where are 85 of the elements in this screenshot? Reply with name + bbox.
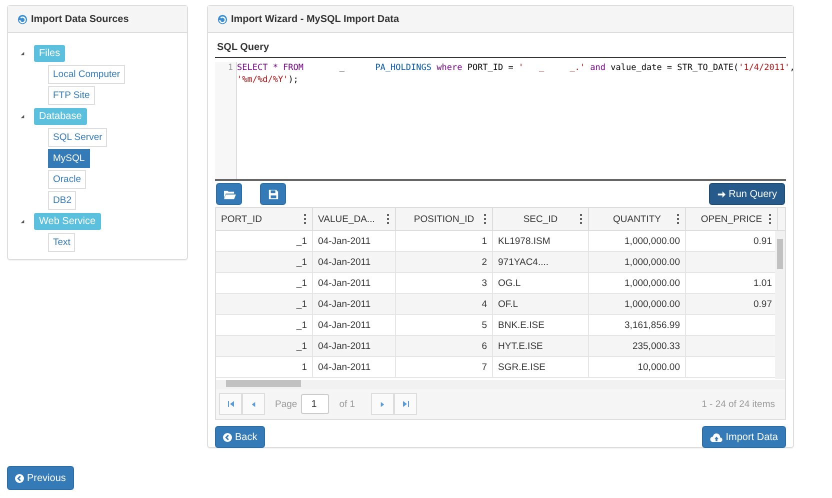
previous-button[interactable]: Previous: [7, 466, 74, 490]
pager-summary: 1 - 24 of 24 items: [702, 398, 775, 410]
table-cell: _1: [296, 236, 307, 247]
table-cell: 1,000,000.00: [624, 257, 680, 268]
import-data-button[interactable]: Import Data: [702, 426, 786, 448]
save-button[interactable]: [260, 183, 286, 205]
table-cell: 4: [482, 299, 487, 310]
expanded-triangle-icon[interactable]: [20, 219, 25, 224]
table-cell: 7: [482, 362, 487, 373]
tree-item[interactable]: Oracle: [48, 170, 86, 189]
expanded-triangle-icon[interactable]: [20, 51, 25, 56]
back-button[interactable]: Back: [215, 426, 266, 448]
vertical-scrollbar[interactable]: [775, 231, 785, 379]
table-cell: _1: [296, 341, 307, 352]
column-header[interactable]: POSITION_ID: [396, 208, 493, 230]
table-cell: _1: [296, 257, 307, 268]
table-cell: HYT.E.ISE: [498, 341, 543, 352]
column-header[interactable]: SEC_ID: [493, 208, 589, 230]
table-cell: 0.91: [754, 236, 772, 247]
last-page-button[interactable]: [394, 393, 418, 415]
open-folder-button[interactable]: [216, 183, 242, 205]
circle-arrow-left-icon: [15, 474, 24, 482]
column-header[interactable]: OPEN_PRICE: [686, 208, 778, 230]
table-cell: 1.01: [754, 278, 772, 289]
first-page-icon: [228, 401, 234, 407]
refresh-icon: [17, 14, 28, 24]
run-query-button[interactable]: Run Query: [708, 183, 785, 205]
table-cell: 1: [482, 236, 487, 247]
expanded-triangle-icon[interactable]: [20, 114, 25, 119]
triangle-left-icon: [251, 402, 256, 406]
column-header[interactable]: QUANTITY: [589, 208, 686, 230]
table-cell: 04-Jan-2011: [318, 278, 371, 289]
table-cell: 3,161,856.99: [624, 320, 680, 331]
table-cell: _1: [296, 320, 307, 331]
tree-item[interactable]: FTP Site: [48, 86, 95, 105]
horizontal-scrollbar[interactable]: [216, 380, 785, 389]
table-cell: 1,000,000.00: [624, 236, 680, 247]
column-header[interactable]: VALUE_DA...: [313, 208, 396, 230]
last-page-icon: [402, 401, 409, 407]
table-cell: 04-Jan-2011: [318, 299, 371, 310]
table-cell: 10,000.00: [638, 362, 680, 373]
table-cell: 1,000,000.00: [624, 299, 680, 310]
refresh-icon: [217, 14, 228, 24]
code-line: SELECT * FROM _ PA_HOLDINGS where PORT_ID = ' _ _.' and value_date = STR_TO_DATE('1/4/2011',: [237, 62, 795, 74]
table-cell: 04-Jan-2011: [318, 257, 371, 268]
table-cell: 04-Jan-2011: [318, 341, 371, 352]
tree-item[interactable]: MySQL: [48, 149, 90, 168]
table-cell: KL1978.ISM: [498, 236, 550, 247]
pager-label: Page: [275, 398, 298, 410]
table-cell: 971YAC4....: [498, 257, 549, 268]
panel-title: Import Wizard - MySQL Import Data: [231, 14, 400, 24]
column-header[interactable]: PORT_ID: [216, 208, 313, 230]
table-cell: _1: [296, 299, 307, 310]
table-cell: 04-Jan-2011: [318, 320, 371, 331]
panel-title: Import Data Sources: [31, 14, 129, 24]
folder-icon: [222, 188, 236, 200]
table-cell: 2: [482, 257, 487, 268]
page-input[interactable]: 1: [301, 394, 330, 414]
section-label: SQL Query: [215, 40, 786, 58]
table-cell: 3: [482, 278, 487, 289]
tree-item[interactable]: Local Computer: [48, 65, 126, 84]
triangle-right-icon: [380, 402, 386, 406]
table-cell: 0.97: [754, 299, 772, 310]
table-cell: 235,000.33: [632, 341, 680, 352]
tree-item[interactable]: SQL Server: [48, 128, 108, 147]
table-cell: 6: [482, 341, 487, 352]
table-cell: BNK.E.ISE: [498, 320, 544, 331]
table-cell: 04-Jan-2011: [318, 362, 371, 373]
table-cell: 1,000,000.00: [624, 278, 680, 289]
table-cell: OF.L: [498, 299, 518, 310]
table-cell: _1: [296, 278, 307, 289]
table-cell: SGR.E.ISE: [498, 362, 546, 373]
cloud-upload-icon: [710, 432, 723, 442]
arrow-right-icon: [716, 190, 726, 198]
pager-label: of 1: [339, 398, 356, 410]
table-cell: OG.L: [498, 278, 521, 289]
circle-arrow-left-icon: [223, 432, 232, 442]
first-page-button[interactable]: [219, 393, 242, 415]
table-cell: 5: [482, 320, 487, 331]
line-number: 1: [226, 62, 234, 74]
tree-item[interactable]: Text: [48, 233, 76, 252]
code-line: '%m/%d/%Y');: [237, 74, 298, 86]
table-cell: 1: [302, 362, 307, 373]
tree-item[interactable]: DB2: [48, 191, 76, 210]
table-cell: 04-Jan-2011: [318, 236, 371, 247]
